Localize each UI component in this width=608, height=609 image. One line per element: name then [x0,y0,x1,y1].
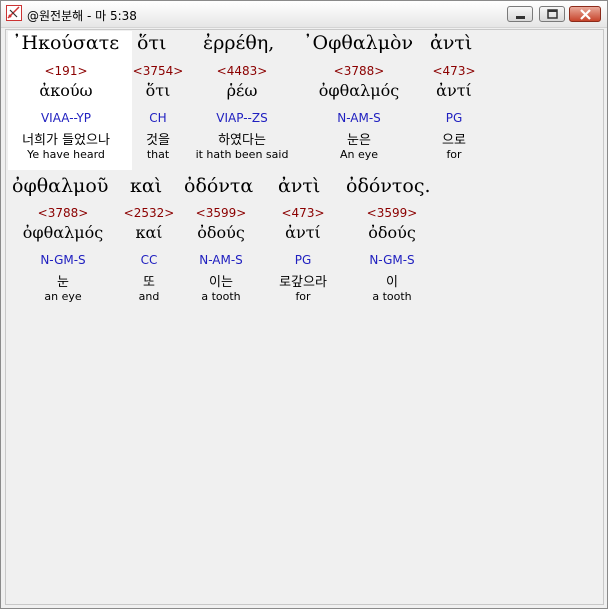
greek-word[interactable]: ᾿Οφθαλμὸν [303,32,413,54]
greek-word[interactable]: ὅτι [137,32,166,54]
lemma: ὀδούς [197,223,245,242]
strong-number[interactable]: <2532> [124,206,175,220]
morph-code[interactable]: N-GM-S [369,253,414,267]
morph-code[interactable]: VIAA--YP [41,111,91,125]
greek-word[interactable]: ἀντὶ [278,175,320,197]
greek-word[interactable]: ᾿Ηκούσατε [12,32,119,54]
lemma: ῥέω [226,81,258,100]
korean-gloss: 또 [143,275,155,290]
strong-number[interactable]: <3599> [196,206,247,220]
english-gloss: it hath been said [195,148,289,161]
korean-gloss: 이는 [209,275,233,290]
app-logo-icon [6,5,22,21]
korean-gloss: 너희가 들었으나 [22,133,110,148]
greek-word[interactable]: ἀντὶ [430,32,472,54]
morph-code[interactable]: N-GM-S [40,253,85,267]
maximize-icon [547,9,558,19]
strong-number[interactable]: <3788> [38,206,89,220]
morph-code[interactable]: PG [446,111,463,125]
lemma: ἀντί [436,81,472,100]
greek-word[interactable]: ὀδόντα [184,175,253,197]
close-button[interactable] [569,6,601,22]
morph-code[interactable]: N-AM-S [337,111,381,125]
english-gloss: Ye have heard [27,148,105,161]
lemma: καί [135,223,163,242]
strong-number[interactable]: <473> [432,64,475,78]
lemma: ἀντί [285,223,321,242]
strong-number[interactable]: <473> [281,206,324,220]
lemma: ὀφθαλμός [22,223,104,242]
korean-gloss: 으로 [442,133,466,148]
window-title: @원전분해 - 마 5:38 [27,9,137,23]
maximize-button[interactable] [539,6,565,22]
english-gloss: a tooth [201,290,241,303]
strong-number[interactable]: <3754> [133,64,184,78]
english-gloss: an eye [44,290,82,303]
greek-word[interactable]: ὀφθαλμοῦ [12,175,108,197]
strong-number[interactable]: <3788> [334,64,385,78]
strong-number[interactable]: <3599> [367,206,418,220]
lemma: ὀδούς [368,223,416,242]
english-gloss: that [146,148,170,161]
english-gloss: An eye [339,148,379,161]
app-window: @원전분해 - 마 5:38 ᾿Ηκούσατε ὅτι ἐρρέθη, ᾿Οφ… [0,0,608,609]
morph-code[interactable]: N-AM-S [199,253,243,267]
morph-code[interactable]: VIAP--ZS [216,111,267,125]
morph-code[interactable]: CC [141,253,158,267]
korean-gloss: 눈은 [347,133,371,148]
english-gloss: and [138,290,160,303]
greek-word[interactable]: ὀδόντος. [346,175,431,197]
korean-gloss: 눈 [57,275,69,290]
morph-code[interactable]: CH [149,111,166,125]
korean-gloss: 로갚으라 [279,275,327,290]
lemma: ὀφθαλμός [318,81,400,100]
lemma: ὅτι [145,81,171,100]
title-bar[interactable]: @원전분해 - 마 5:38 [1,1,607,28]
minimize-button[interactable] [507,6,533,22]
korean-gloss: 하였다는 [218,133,266,148]
lemma: ἀκούω [39,81,93,100]
greek-word[interactable]: ἐρρέθη, [203,32,274,54]
korean-gloss: 것을 [146,133,170,148]
english-gloss: for [446,148,462,161]
english-gloss: a tooth [372,290,412,303]
greek-word[interactable]: καὶ [130,175,162,197]
english-gloss: for [295,290,311,303]
strong-number[interactable]: <191> [44,64,87,78]
strong-number[interactable]: <4483> [217,64,268,78]
close-icon [580,9,591,20]
verse-panel: ᾿Ηκούσατε ὅτι ἐρρέθη, ᾿Οφθαλμὸν ἀντὶ <19… [5,29,604,605]
minimize-icon [516,16,525,19]
morph-code[interactable]: PG [295,253,312,267]
korean-gloss: 이 [386,275,398,290]
